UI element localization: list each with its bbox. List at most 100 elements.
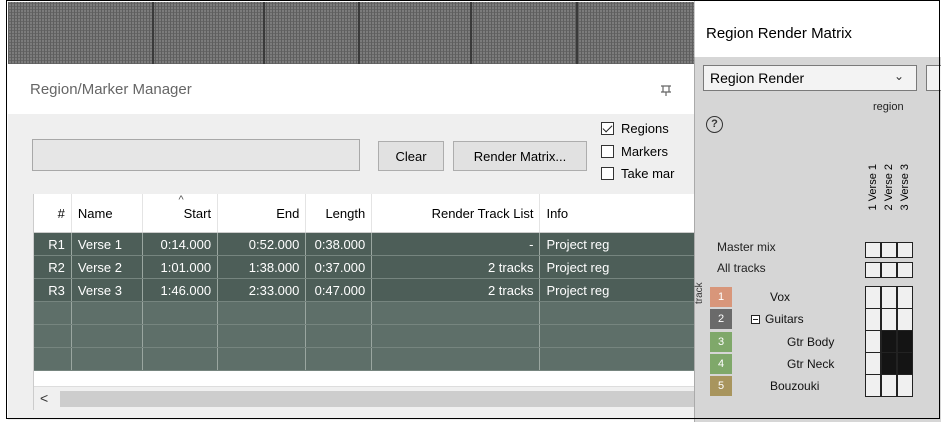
track-name-guitars[interactable]: Guitars bbox=[765, 312, 804, 326]
track-number-4[interactable]: 4 bbox=[710, 354, 732, 374]
track-name-gtr-body[interactable]: Gtr Body bbox=[787, 335, 834, 349]
column-header-render-track-list[interactable]: Render Track List bbox=[371, 194, 541, 233]
matrix-cell-track4-r1[interactable] bbox=[865, 352, 881, 375]
master-mix-label[interactable]: Master mix bbox=[717, 240, 776, 254]
horizontal-scrollbar[interactable]: < bbox=[34, 386, 695, 410]
cell-render-track-list[interactable]: - bbox=[371, 232, 541, 256]
empty-table-row bbox=[34, 347, 695, 371]
matrix-cell-track1-r3[interactable] bbox=[897, 286, 913, 309]
timeline-marker-line bbox=[470, 2, 472, 64]
cell-end[interactable]: 0:52.000 bbox=[217, 232, 307, 256]
column-header-info[interactable]: Info bbox=[539, 194, 695, 233]
cell-name[interactable]: Verse 1 bbox=[71, 232, 143, 256]
table-row[interactable]: R3 Verse 3 1:46.000 2:33.000 0:47.000 2 … bbox=[34, 278, 695, 302]
cell-render-track-list[interactable]: 2 tracks bbox=[371, 255, 541, 279]
cell-id[interactable]: R1 bbox=[34, 232, 72, 256]
matrix-cell-track3-r1[interactable] bbox=[865, 330, 881, 353]
regions-checkbox[interactable]: Regions bbox=[601, 121, 669, 136]
matrix-cell-track2-r1[interactable] bbox=[865, 308, 881, 331]
track-name-vox[interactable]: Vox bbox=[770, 290, 790, 304]
cell-info[interactable]: Project reg bbox=[539, 255, 695, 279]
scroll-left-icon[interactable]: < bbox=[40, 390, 48, 406]
matrix-cell-track5-r2[interactable] bbox=[881, 374, 897, 397]
markers-checkbox[interactable]: Markers bbox=[601, 144, 668, 159]
dropdown-value: Region Render bbox=[710, 70, 805, 86]
table-row[interactable]: R2 Verse 2 1:01.000 1:38.000 0:37.000 2 … bbox=[34, 255, 695, 279]
matrix-cell-track2-r3[interactable] bbox=[897, 308, 913, 331]
matrix-cell-track3-r2[interactable] bbox=[881, 330, 897, 353]
chevron-down-icon: ⌄ bbox=[893, 69, 904, 83]
take-markers-checkbox[interactable]: Take mar bbox=[601, 166, 674, 181]
matrix-cell-track5-r1[interactable] bbox=[865, 374, 881, 397]
cell-end[interactable]: 2:33.000 bbox=[217, 278, 307, 302]
matrix-cell-master-r2[interactable] bbox=[881, 242, 897, 258]
column-header-name[interactable]: Name bbox=[71, 194, 143, 233]
cell-length[interactable]: 0:38.000 bbox=[305, 232, 373, 256]
cell-name[interactable]: Verse 2 bbox=[71, 255, 143, 279]
cell-start[interactable]: 1:46.000 bbox=[142, 278, 219, 302]
track-number-1[interactable]: 1 bbox=[710, 287, 732, 307]
checkbox-box[interactable] bbox=[601, 145, 614, 158]
matrix-cell-track4-r3[interactable] bbox=[897, 352, 913, 375]
secondary-dropdown[interactable] bbox=[926, 65, 941, 91]
all-tracks-label[interactable]: All tracks bbox=[717, 261, 766, 275]
cell-end[interactable]: 1:38.000 bbox=[217, 255, 307, 279]
column-header-length[interactable]: Length bbox=[305, 194, 373, 233]
checkbox-box[interactable] bbox=[601, 122, 614, 135]
column-label-verse-3[interactable]: 3 Verse 3 bbox=[897, 110, 913, 210]
track-number-3[interactable]: 3 bbox=[710, 332, 732, 352]
matrix-cell-track3-r3[interactable] bbox=[897, 330, 913, 353]
sort-ascending-icon: ^ bbox=[178, 194, 184, 206]
cell-id[interactable]: R3 bbox=[34, 278, 72, 302]
manager-titlebar: Region/Marker Manager bbox=[8, 64, 694, 114]
cell-info[interactable]: Project reg bbox=[539, 232, 695, 256]
matrix-cell-track5-r3[interactable] bbox=[897, 374, 913, 397]
column-header-start-label: Start bbox=[183, 205, 212, 221]
cell-length[interactable]: 0:47.000 bbox=[305, 278, 373, 302]
manager-body: Clear Render Matrix... Regions Markers T… bbox=[8, 114, 695, 420]
matrix-cell-track4-r2[interactable] bbox=[881, 352, 897, 375]
track-axis-label: track bbox=[694, 282, 705, 304]
column-label-verse-2[interactable]: 2 Verse 2 bbox=[881, 110, 897, 210]
timeline-marker-line bbox=[576, 2, 578, 64]
cell-id[interactable]: R2 bbox=[34, 255, 72, 279]
track-number-2[interactable]: 2 bbox=[710, 309, 732, 329]
checkbox-label: Regions bbox=[621, 121, 669, 136]
matrix-cell-all-r2[interactable] bbox=[881, 262, 897, 278]
matrix-cell-master-r3[interactable] bbox=[897, 242, 913, 258]
matrix-cell-master-r1[interactable] bbox=[865, 242, 881, 258]
track-name-bouzouki[interactable]: Bouzouki bbox=[770, 379, 819, 393]
clear-button[interactable]: Clear bbox=[378, 141, 444, 171]
column-header-number[interactable]: # bbox=[34, 194, 72, 233]
render-matrix-button[interactable]: Render Matrix... bbox=[453, 141, 587, 171]
checkbox-label: Markers bbox=[621, 144, 668, 159]
matrix-cell-all-r3[interactable] bbox=[897, 262, 913, 278]
cell-start[interactable]: 0:14.000 bbox=[142, 232, 219, 256]
table-row[interactable]: R1 Verse 1 0:14.000 0:52.000 0:38.000 - … bbox=[34, 232, 695, 256]
checkbox-box[interactable] bbox=[601, 167, 614, 180]
arrange-timeline bbox=[8, 2, 694, 64]
scrollbar-thumb[interactable] bbox=[60, 391, 695, 407]
track-name-gtr-neck[interactable]: Gtr Neck bbox=[787, 357, 834, 371]
cell-length[interactable]: 0:37.000 bbox=[305, 255, 373, 279]
cell-render-track-list[interactable]: 2 tracks bbox=[371, 278, 541, 302]
track-number-5[interactable]: 5 bbox=[710, 376, 732, 396]
region-list: # Name ^ Start End Length Render Track Li… bbox=[33, 194, 695, 410]
matrix-cell-all-r1[interactable] bbox=[865, 262, 881, 278]
column-label-verse-1[interactable]: 1 Verse 1 bbox=[865, 110, 881, 210]
cell-start[interactable]: 1:01.000 bbox=[142, 255, 219, 279]
matrix-cell-track2-r2[interactable] bbox=[881, 308, 897, 331]
search-input[interactable] bbox=[32, 139, 360, 171]
cell-name[interactable]: Verse 3 bbox=[71, 278, 143, 302]
matrix-cell-track1-r2[interactable] bbox=[881, 286, 897, 309]
column-header-end[interactable]: End bbox=[217, 194, 307, 233]
matrix-mode-dropdown[interactable]: Region Render ⌄ bbox=[703, 65, 917, 91]
cell-info[interactable]: Project reg bbox=[539, 278, 695, 302]
column-header-start[interactable]: ^ Start bbox=[142, 194, 219, 233]
timeline-marker-line bbox=[358, 2, 360, 64]
empty-table-row bbox=[34, 324, 695, 348]
help-icon[interactable]: ? bbox=[706, 116, 723, 133]
collapse-folder-icon[interactable] bbox=[751, 315, 760, 324]
matrix-cell-track1-r1[interactable] bbox=[865, 286, 881, 309]
dock-pin-icon[interactable] bbox=[659, 83, 673, 97]
